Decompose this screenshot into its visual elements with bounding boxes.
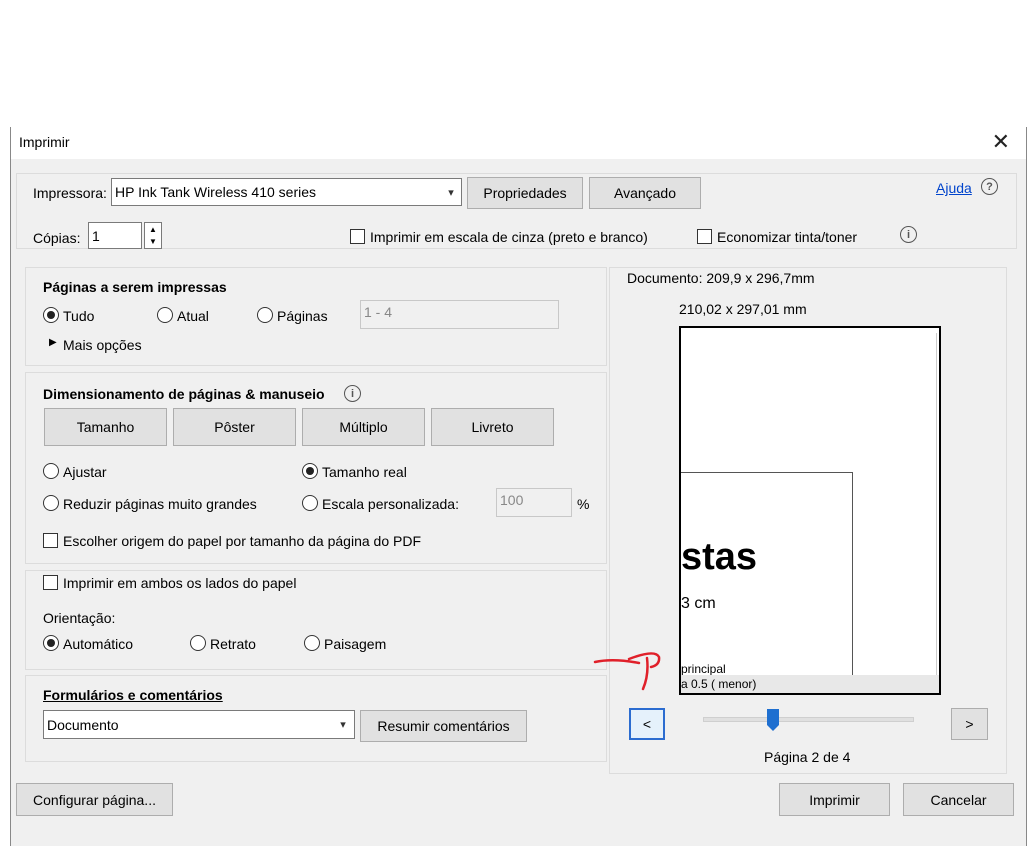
grayscale-checkbox[interactable]: [350, 229, 365, 244]
save-ink-label: Economizar tinta/toner: [717, 229, 858, 245]
chevron-down-icon[interactable]: ▾: [441, 178, 461, 206]
custom-scale-label: Escala personalizada:: [322, 496, 459, 512]
advanced-button[interactable]: Avançado: [589, 177, 701, 209]
page-range-radio[interactable]: [257, 307, 273, 323]
actual-size-radio[interactable]: [302, 463, 318, 479]
tab-size[interactable]: Tamanho: [44, 408, 167, 446]
help-icon[interactable]: ?: [981, 178, 998, 195]
tab-poster[interactable]: Pôster: [173, 408, 296, 446]
all-pages-label: Tudo: [63, 308, 95, 324]
document-size-label: Documento: 209,9 x 296,7mm: [627, 270, 815, 286]
actual-size-label: Tamanho real: [322, 464, 407, 480]
title-bar: Imprimir ✕: [11, 127, 1026, 159]
printer-select[interactable]: HP Ink Tank Wireless 410 series: [111, 178, 462, 206]
orientation-label: Orientação:: [43, 610, 116, 626]
printer-select-value: HP Ink Tank Wireless 410 series: [115, 184, 317, 200]
page-range-input[interactable]: 1 - 4: [360, 300, 559, 329]
page-size-label: 210,02 x 297,01 mm: [679, 301, 807, 317]
custom-scale-input[interactable]: 100: [496, 488, 572, 517]
copies-label: Cópias:: [33, 230, 81, 246]
page-preview: stas 3 cm principal a 0.5 ( menor): [679, 326, 941, 695]
close-icon[interactable]: ✕: [992, 129, 1010, 155]
page-indicator: Página 2 de 4: [764, 749, 851, 765]
sizing-heading: Dimensionamento de páginas & manuseio: [43, 386, 325, 402]
page-slider-thumb[interactable]: [766, 708, 780, 732]
sizing-info-icon[interactable]: i: [344, 385, 361, 402]
fit-label: Ajustar: [63, 464, 107, 480]
percent-label: %: [577, 496, 590, 512]
page-setup-button[interactable]: Configurar página...: [16, 783, 173, 816]
page-slider-track[interactable]: [703, 717, 914, 722]
forms-heading: Formulários e comentários: [43, 687, 223, 703]
print-dialog: Imprimir ✕ Impressora: HP Ink Tank Wirel…: [10, 127, 1027, 846]
grayscale-label: Imprimir em escala de cinza (preto e bra…: [370, 229, 648, 245]
triangle-right-icon[interactable]: ▶: [49, 337, 57, 348]
page-range-label: Páginas: [277, 308, 328, 324]
preview-small-text: a 0.5 ( menor): [681, 677, 757, 691]
cancel-button[interactable]: Cancelar: [903, 783, 1014, 816]
printer-label: Impressora:: [33, 185, 107, 201]
annotation-scribble-icon: [593, 652, 661, 691]
both-sides-checkbox[interactable]: [43, 575, 58, 590]
pages-heading: Páginas a serem impressas: [43, 279, 227, 295]
preview-principal-text: principal: [681, 662, 726, 676]
auto-orientation-label: Automático: [63, 636, 134, 652]
all-pages-radio[interactable]: [43, 307, 59, 323]
down-arrow-icon[interactable]: ▼: [149, 237, 157, 246]
tab-multiple[interactable]: Múltiplo: [302, 408, 425, 446]
dialog-title: Imprimir: [19, 134, 70, 150]
landscape-label: Paisagem: [324, 636, 387, 652]
preview-frame-line: [681, 472, 853, 690]
copies-input[interactable]: 1: [88, 222, 142, 249]
previous-page-button[interactable]: <: [629, 708, 665, 740]
help-link[interactable]: Ajuda: [936, 180, 972, 196]
info-icon[interactable]: i: [900, 226, 917, 243]
preview-cm-text: 3 cm: [681, 595, 716, 612]
portrait-label: Retrato: [210, 636, 256, 652]
fit-radio[interactable]: [43, 463, 59, 479]
preview-big-text: stas: [681, 536, 758, 578]
up-arrow-icon[interactable]: ▲: [149, 225, 157, 234]
landscape-radio[interactable]: [304, 635, 320, 651]
paper-source-checkbox[interactable]: [43, 533, 58, 548]
current-page-label: Atual: [177, 308, 209, 324]
current-page-radio[interactable]: [157, 307, 173, 323]
shrink-radio[interactable]: [43, 495, 59, 511]
portrait-radio[interactable]: [190, 635, 206, 651]
next-page-button[interactable]: >: [951, 708, 988, 740]
custom-scale-radio[interactable]: [302, 495, 318, 511]
paper-source-label: Escolher origem do papel por tamanho da …: [63, 533, 421, 549]
copies-stepper[interactable]: ▲ ▼: [144, 222, 162, 249]
tab-booklet[interactable]: Livreto: [431, 408, 554, 446]
forms-select[interactable]: Documento: [43, 710, 355, 739]
shrink-label: Reduzir páginas muito grandes: [63, 496, 257, 512]
properties-button[interactable]: Propriedades: [467, 177, 583, 209]
save-ink-checkbox[interactable]: [697, 229, 712, 244]
summarize-comments-button[interactable]: Resumir comentários: [360, 710, 527, 742]
forms-chevron-down-icon[interactable]: ▾: [333, 710, 353, 739]
more-options-label[interactable]: Mais opções: [63, 337, 142, 353]
both-sides-label: Imprimir em ambos os lados do papel: [63, 575, 297, 591]
print-button[interactable]: Imprimir: [779, 783, 890, 816]
auto-orientation-radio[interactable]: [43, 635, 59, 651]
